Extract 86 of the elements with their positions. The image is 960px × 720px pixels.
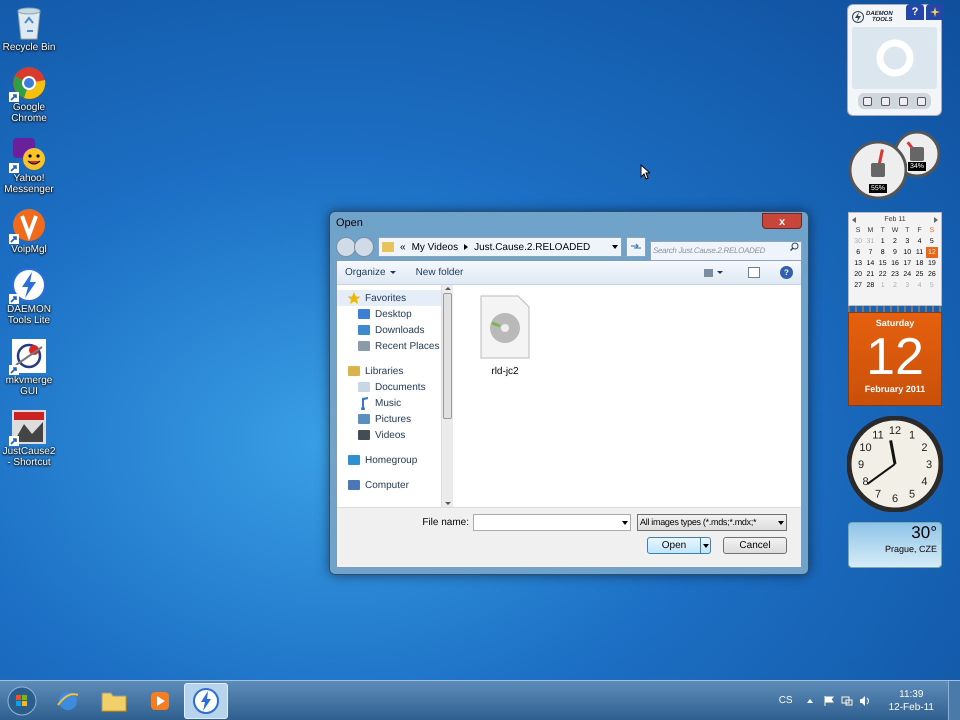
day-name: Saturday — [876, 317, 914, 330]
gadget-help-button[interactable]: ? — [906, 4, 924, 20]
temperature: 30° — [911, 523, 937, 543]
folder-icon — [101, 690, 127, 712]
field-label: File name: — [422, 516, 469, 530]
toolbar-button[interactable]: New folder — [416, 265, 464, 280]
help-button[interactable]: ? — [780, 266, 793, 279]
toolbar-button[interactable]: Organize — [345, 265, 396, 280]
next-month-icon[interactable] — [934, 217, 938, 223]
nav-item[interactable]: Desktop — [337, 306, 441, 322]
day-number: 12 — [866, 330, 924, 382]
nav-item[interactable]: Homegroup — [337, 452, 441, 468]
refresh-button[interactable] — [626, 237, 646, 257]
dropdown-arrow-icon[interactable] — [612, 245, 618, 249]
lightning-disc-icon — [193, 688, 219, 714]
gauge-hub-icon — [871, 163, 885, 177]
nav-item[interactable]: Favorites — [337, 290, 441, 306]
breadcrumb-item[interactable]: My Videos — [412, 240, 458, 254]
speaker-icon[interactable] — [858, 694, 871, 706]
desktop-icon-label[interactable]: Yahoo! Messenger — [0, 173, 58, 195]
lightning-disc-icon[interactable] — [12, 268, 46, 302]
clock-numeral: 4 — [921, 476, 928, 488]
month-year: February 2011 — [864, 382, 926, 396]
clock-numeral: 2 — [921, 442, 928, 454]
desktop-icon-label[interactable]: Google Chrome — [0, 102, 58, 124]
show-hidden-icons-icon[interactable] — [806, 698, 813, 702]
clock-numeral: 6 — [892, 493, 898, 505]
flag-icon[interactable] — [822, 694, 835, 706]
desktop-icon-label[interactable]: Recycle Bin — [0, 42, 58, 53]
clock-numeral: 9 — [858, 459, 864, 471]
lightning-logo-icon — [852, 11, 864, 23]
hour-hand — [889, 440, 896, 464]
city-name: Prague, CZE — [884, 543, 937, 556]
file-type-dropdown[interactable]: All images types (*.mds;*.mdx;* — [637, 514, 787, 531]
language-indicator[interactable]: CS — [778, 693, 793, 708]
nav-item[interactable]: Computer — [337, 477, 441, 493]
file-name-field[interactable] — [473, 514, 631, 531]
nav-item[interactable]: Music — [337, 395, 441, 411]
mouse-cursor-icon — [640, 164, 650, 180]
clock-numeral: 12 — [888, 425, 902, 437]
search-field[interactable]: Search Just.Cause.2.RELOADED — [650, 240, 802, 260]
nav-item[interactable]: Documents — [337, 379, 441, 395]
atom-tool-icon[interactable] — [12, 339, 46, 373]
file-name[interactable]: rld-jc2 — [491, 364, 519, 379]
desktop-icon-label[interactable]: DAEMON Tools Lite — [0, 304, 58, 326]
nav-item[interactable]: Pictures — [337, 411, 441, 427]
gadget-options-button[interactable] — [926, 4, 944, 20]
breadcrumb-separator-icon — [464, 244, 468, 250]
clock-numeral: 1 — [908, 430, 916, 442]
dropdown-arrow-icon[interactable] — [622, 521, 628, 525]
v-logo-icon[interactable] — [12, 208, 46, 242]
taskbar-app-button[interactable] — [184, 682, 228, 718]
clock-numeral: 8 — [862, 476, 869, 488]
breadcrumb-item[interactable]: « — [400, 240, 406, 254]
breadcrumb-item[interactable]: Just.Cause.2.RELOADED — [474, 240, 590, 254]
network-icon[interactable] — [840, 694, 853, 706]
smiley-messenger-icon[interactable] — [12, 137, 46, 171]
minute-hand — [866, 463, 896, 485]
clock-numeral: 3 — [926, 459, 932, 471]
close-button[interactable]: x — [762, 213, 802, 229]
window-title: Open — [336, 216, 363, 231]
nav-item[interactable]: Videos — [337, 427, 441, 443]
nav-item[interactable]: Recent Places — [337, 338, 441, 354]
preview-pane-button[interactable] — [748, 267, 760, 278]
open-split-button[interactable]: Open — [647, 537, 711, 554]
folder-icon — [382, 242, 394, 252]
play-button-icon — [150, 690, 170, 710]
game-cover-icon[interactable] — [12, 410, 46, 444]
browser-globe-icon[interactable] — [12, 66, 46, 100]
star-icon — [347, 291, 361, 305]
nav-item[interactable]: Downloads — [337, 322, 441, 338]
clock-numeral: 5 — [908, 488, 916, 500]
search-icon — [790, 242, 799, 251]
clock-numeral: 10 — [859, 442, 872, 454]
desktop-icon-label[interactable]: JustCause2 - Shortcut — [0, 446, 58, 468]
clock-numeral: 11 — [872, 430, 884, 442]
scrollbar[interactable] — [441, 285, 453, 507]
address-bar[interactable]: « My Videos Just.Cause.2.RELOADED — [378, 237, 622, 257]
desktop-icon-label[interactable]: mkvmerge GUI — [0, 375, 58, 397]
desktop-icon-label[interactable]: VoipMgl — [0, 244, 58, 255]
gauge-hub-icon — [910, 147, 924, 161]
cancel-button[interactable]: Cancel — [723, 537, 787, 554]
previous-month-icon[interactable] — [852, 217, 856, 223]
nav-item[interactable]: Libraries — [337, 363, 441, 379]
clock-area[interactable]: 11:39 12-Feb-11 — [888, 688, 934, 714]
clock-numeral: 7 — [874, 488, 882, 500]
